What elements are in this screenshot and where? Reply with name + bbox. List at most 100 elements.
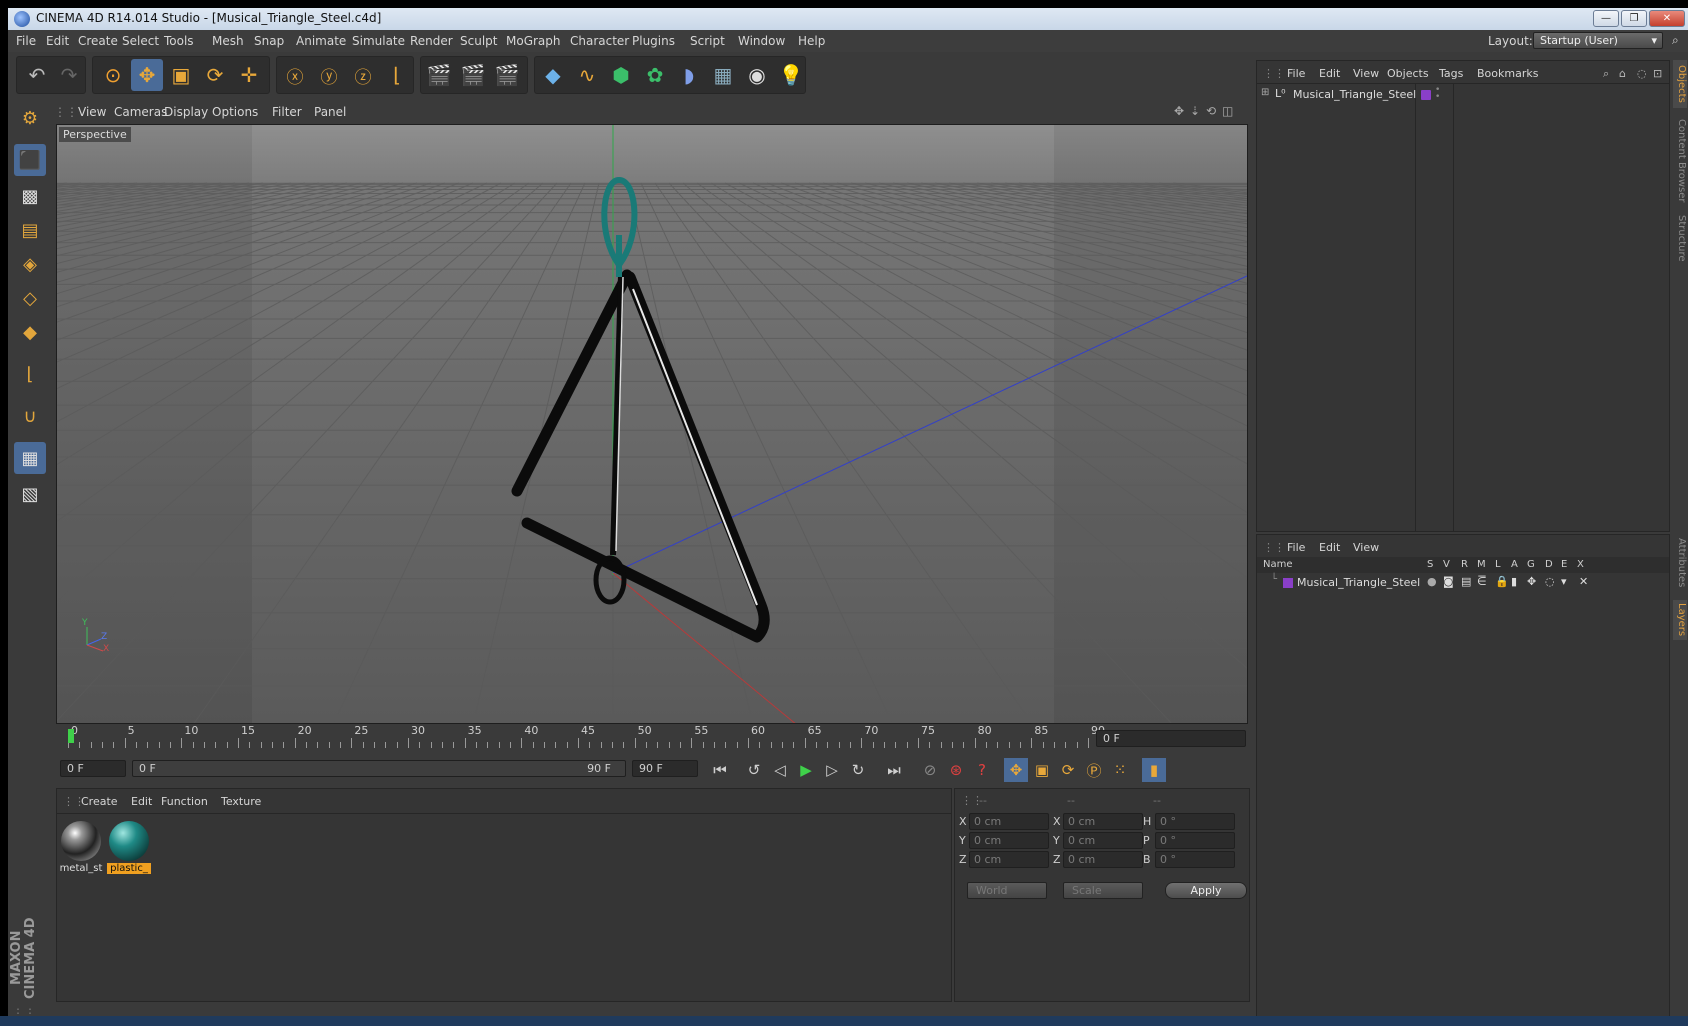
layer-color-swatch[interactable]: [1421, 90, 1431, 100]
obj-menu-view[interactable]: View: [1353, 67, 1379, 80]
polygons-mode-icon[interactable]: ◆: [14, 316, 46, 348]
xref-icon[interactable]: ✕: [1579, 575, 1588, 588]
expand-icon[interactable]: ⊞: [1261, 87, 1269, 98]
menu-mesh[interactable]: Mesh: [212, 34, 244, 48]
key-rotation-icon[interactable]: ⟳: [1056, 758, 1080, 782]
rotation-h-field[interactable]: 0 °: [1155, 813, 1235, 830]
layer-menu-file[interactable]: File: [1287, 541, 1305, 554]
mat-menu-edit[interactable]: Edit: [131, 795, 152, 808]
obj-menu-edit[interactable]: Edit: [1319, 67, 1340, 80]
x-axis-lock-icon[interactable]: ⓧ: [279, 59, 311, 91]
position-y-field[interactable]: 0 cm: [969, 832, 1049, 849]
move-icon[interactable]: ✥: [131, 59, 163, 91]
deformer-icon[interactable]: ◗: [673, 59, 705, 91]
live-selection-icon[interactable]: ⊙: [97, 59, 129, 91]
col-view[interactable]: V: [1443, 559, 1450, 570]
menu-window[interactable]: Window: [738, 34, 785, 48]
obj-menu-bookmarks[interactable]: Bookmarks: [1477, 67, 1538, 80]
range-slider[interactable]: 0 F 90 F: [132, 760, 626, 777]
menu-select[interactable]: Select: [122, 34, 159, 48]
maximize-button[interactable]: ❐: [1621, 10, 1647, 27]
menu-simulate[interactable]: Simulate: [352, 34, 405, 48]
obj-menu-objects[interactable]: Objects: [1387, 67, 1429, 80]
material-swatch[interactable]: plastic_: [107, 819, 151, 879]
vp-menu-display[interactable]: Display: [164, 105, 208, 119]
col-expressions[interactable]: E: [1561, 559, 1567, 570]
solo-dot-icon[interactable]: ●: [1427, 575, 1437, 588]
minimize-button[interactable]: —: [1593, 10, 1619, 27]
key-position-icon[interactable]: ✥: [1004, 758, 1028, 782]
nurbs-icon[interactable]: ⬢: [605, 59, 637, 91]
layer-color-swatch[interactable]: [1283, 578, 1293, 588]
coordinate-system-icon[interactable]: ⌊: [381, 59, 413, 91]
planar-workplane-icon[interactable]: ▧: [14, 478, 46, 510]
col-solo[interactable]: S: [1427, 559, 1433, 570]
go-to-start-icon[interactable]: ⏮: [708, 758, 732, 782]
menu-animate[interactable]: Animate: [296, 34, 346, 48]
col-manager[interactable]: M: [1477, 559, 1486, 570]
search-icon[interactable]: ⌕: [1672, 33, 1679, 48]
visibility-dots-icon[interactable]: • •: [1435, 86, 1440, 102]
menu-help[interactable]: Help: [798, 34, 825, 48]
rotation-b-field[interactable]: 0 °: [1155, 851, 1235, 868]
redo-icon[interactable]: ↷: [53, 59, 85, 91]
pan-icon[interactable]: ✥: [1174, 104, 1184, 118]
camera-icon[interactable]: ◉: [741, 59, 773, 91]
key-scale-icon[interactable]: ▣: [1030, 758, 1054, 782]
make-editable-icon[interactable]: ⚙: [14, 102, 46, 134]
play-icon[interactable]: ▶: [794, 758, 818, 782]
undo-icon[interactable]: ↶: [21, 59, 53, 91]
expression-icon[interactable]: ▾: [1561, 575, 1567, 588]
menu-snap[interactable]: Snap: [254, 34, 284, 48]
keyframe-selection-icon[interactable]: ?: [970, 758, 994, 782]
z-axis-lock-icon[interactable]: ⓩ: [347, 59, 379, 91]
cube-icon[interactable]: ◆: [537, 59, 569, 91]
points-mode-icon[interactable]: ◈: [14, 248, 46, 280]
tab-content-browser[interactable]: Content Browser: [1673, 116, 1687, 206]
next-key-icon[interactable]: ↻: [846, 758, 870, 782]
texture-mode-icon[interactable]: ▩: [14, 180, 46, 212]
manager-tree-icon[interactable]: ⋶: [1477, 575, 1487, 588]
viewport-label[interactable]: Perspective: [59, 127, 131, 142]
search-icon[interactable]: ⌕: [1603, 67, 1609, 81]
tab-objects[interactable]: Objects: [1673, 60, 1687, 108]
render-picture-viewer-icon[interactable]: 🎬: [457, 59, 489, 91]
end-frame-field[interactable]: 90 F: [632, 760, 698, 777]
workplane-icon[interactable]: ▤: [14, 214, 46, 246]
start-frame-field[interactable]: 0 F: [60, 760, 126, 777]
render-clapper-icon[interactable]: ▤: [1461, 575, 1471, 588]
vp-menu-options[interactable]: Options: [212, 105, 258, 119]
auto-keying-icon[interactable]: ⊛: [944, 758, 968, 782]
mat-menu-create[interactable]: Create: [81, 795, 118, 808]
tab-structure[interactable]: Structure: [1673, 210, 1687, 266]
tab-layers[interactable]: Layers: [1673, 600, 1687, 640]
vp-menu-cameras[interactable]: Cameras: [114, 105, 167, 119]
edges-mode-icon[interactable]: ◇: [14, 282, 46, 314]
model-mode-icon[interactable]: ⬛: [14, 144, 46, 176]
obj-menu-file[interactable]: File: [1287, 67, 1305, 80]
menu-character[interactable]: Character: [570, 34, 629, 48]
previous-frame-icon[interactable]: ◁: [768, 758, 792, 782]
render-view-icon[interactable]: 🎬: [423, 59, 455, 91]
material-swatch[interactable]: metal_st: [59, 819, 103, 879]
menu-create[interactable]: Create: [78, 34, 118, 48]
menu-edit[interactable]: Edit: [46, 34, 69, 48]
render-settings-icon[interactable]: 🎬: [491, 59, 523, 91]
home-icon[interactable]: ⌂: [1619, 67, 1626, 80]
new-window-icon[interactable]: ⊡: [1653, 67, 1662, 80]
timeline-ruler[interactable]: 051015202530354045505560657075808590 0 F: [56, 724, 1248, 754]
key-param-icon[interactable]: Ⓟ: [1082, 758, 1106, 782]
tab-attributes[interactable]: Attributes: [1673, 534, 1687, 592]
position-z-field[interactable]: 0 cm: [969, 851, 1049, 868]
obj-menu-tags[interactable]: Tags: [1439, 67, 1463, 80]
menu-plugins[interactable]: Plugins: [632, 34, 675, 48]
scale-icon[interactable]: ▣: [165, 59, 197, 91]
menu-mograph[interactable]: MoGraph: [506, 34, 561, 48]
next-frame-icon[interactable]: ▷: [820, 758, 844, 782]
col-name[interactable]: Name: [1263, 559, 1293, 570]
menu-render[interactable]: Render: [410, 34, 453, 48]
playhead[interactable]: [68, 729, 74, 743]
recent-tool-icon[interactable]: ✛: [233, 59, 265, 91]
position-x-field[interactable]: 0 cm: [969, 813, 1049, 830]
menu-script[interactable]: Script: [690, 34, 725, 48]
